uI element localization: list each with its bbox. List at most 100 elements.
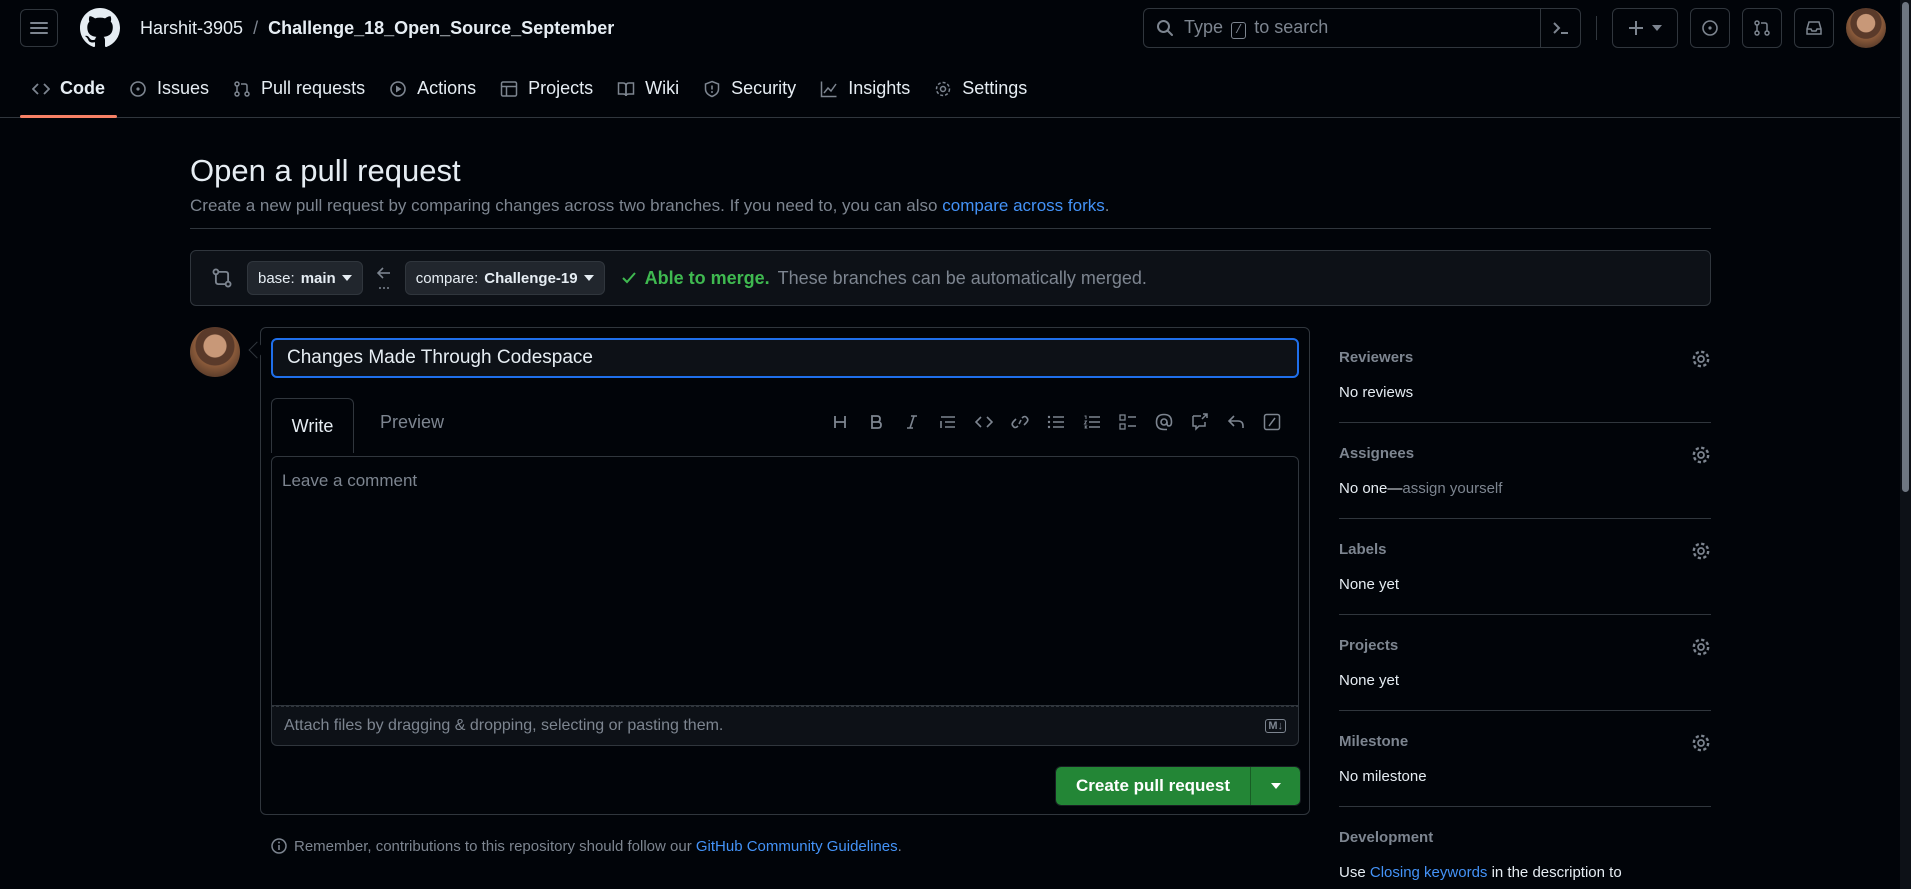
user-avatar[interactable] — [1846, 8, 1886, 48]
pull-request-icon — [234, 80, 250, 97]
milestone-heading[interactable]: Milestone — [1339, 733, 1711, 750]
quote-button[interactable] — [930, 408, 966, 436]
pr-sidebar: Reviewers No reviews Assignees No one—as… — [1339, 327, 1711, 881]
saved-reply-button[interactable] — [1218, 408, 1254, 436]
code-icon — [32, 82, 50, 95]
pull-requests-button[interactable] — [1742, 8, 1782, 48]
merge-message: These branches can be automatically merg… — [777, 267, 1147, 288]
page-subtitle: Create a new pull request by comparing c… — [190, 196, 1110, 215]
list-unordered-icon — [1047, 415, 1064, 429]
issue-icon — [1702, 20, 1718, 36]
mention-button[interactable] — [1146, 408, 1182, 436]
graph-icon — [820, 81, 837, 97]
book-icon — [617, 81, 635, 96]
play-icon — [390, 80, 406, 97]
code-icon — [975, 416, 993, 428]
check-icon — [621, 272, 636, 284]
author-avatar[interactable] — [190, 327, 240, 377]
quote-icon — [940, 416, 955, 428]
labels-section: Labels None yet — [1339, 519, 1711, 615]
gear-icon[interactable] — [1691, 349, 1711, 369]
tab-pull-requests[interactable]: Pull requests — [221, 60, 377, 118]
tab-wiki[interactable]: Wiki — [605, 60, 691, 118]
labels-heading[interactable]: Labels — [1339, 541, 1711, 558]
reference-button[interactable] — [1182, 408, 1218, 436]
search-input[interactable]: Type / to search — [1143, 8, 1581, 48]
reviewers-heading[interactable]: Reviewers — [1339, 349, 1711, 366]
closing-keywords-link[interactable]: Closing keywords — [1370, 864, 1488, 881]
create-options-dropdown[interactable] — [1250, 767, 1300, 805]
ordered-list-button[interactable] — [1074, 408, 1110, 436]
inbox-button[interactable] — [1794, 8, 1834, 48]
italic-icon — [907, 415, 917, 429]
terminal-icon — [1552, 22, 1568, 34]
page-scrollbar[interactable] — [1900, 0, 1911, 889]
search-placeholder: Type / to search — [1184, 17, 1329, 39]
tab-settings[interactable]: Settings — [922, 60, 1039, 118]
header-divider — [1596, 16, 1597, 40]
slash-icon — [1263, 413, 1281, 431]
development-heading: Development — [1339, 829, 1434, 846]
search-icon — [1157, 20, 1173, 36]
repo-name-link[interactable]: Challenge_18_Open_Source_September — [268, 18, 614, 39]
hamburger-menu-button[interactable] — [20, 9, 58, 47]
chevron-down-icon — [1652, 25, 1662, 31]
comment-textarea[interactable]: Leave a comment — [271, 456, 1299, 706]
pr-title-input[interactable]: Changes Made Through Codespace — [271, 338, 1299, 378]
compare-branch-select[interactable]: compare: Challenge-19 — [404, 261, 605, 295]
tab-insights[interactable]: Insights — [808, 60, 922, 118]
tab-actions[interactable]: Actions — [377, 60, 488, 118]
italic-button[interactable] — [894, 408, 930, 436]
command-palette-button[interactable] — [1540, 9, 1580, 47]
heading-button[interactable] — [822, 408, 858, 436]
tab-preview[interactable]: Preview — [380, 412, 444, 433]
repo-nav: Code Issues Pull requests Actions Projec… — [0, 60, 1900, 118]
labels-value: None yet — [1339, 576, 1400, 593]
tab-issues[interactable]: Issues — [117, 60, 221, 118]
code-button[interactable] — [966, 408, 1002, 436]
chevron-down-icon — [583, 275, 594, 281]
info-icon — [271, 838, 287, 854]
file-attach-area[interactable]: Attach files by dragging & dropping, sel… — [271, 706, 1299, 746]
tab-code[interactable]: Code — [20, 60, 117, 118]
scrollbar-thumb[interactable] — [1902, 2, 1909, 492]
compare-icon — [212, 268, 232, 288]
repo-owner-link[interactable]: Harshit-3905 — [140, 18, 243, 39]
tab-wiki-label: Wiki — [645, 78, 680, 98]
shield-icon — [704, 80, 720, 97]
tab-security-label: Security — [731, 78, 797, 98]
development-section: Development Use Closing keywords in the … — [1339, 807, 1711, 881]
compare-forks-link[interactable]: compare across forks — [942, 196, 1105, 215]
bold-button[interactable] — [858, 408, 894, 436]
gear-icon — [935, 81, 951, 96]
gear-icon[interactable] — [1691, 637, 1711, 657]
assignees-heading[interactable]: Assignees — [1339, 445, 1711, 462]
create-new-button[interactable] — [1612, 8, 1678, 48]
assign-yourself-link[interactable]: assign yourself — [1402, 480, 1502, 497]
link-icon — [1011, 415, 1029, 429]
assignees-section: Assignees No one—assign yourself — [1339, 423, 1711, 519]
create-pull-request-button[interactable]: Create pull request — [1056, 767, 1250, 805]
base-branch-select[interactable]: base: main — [247, 261, 363, 295]
unordered-list-button[interactable] — [1038, 408, 1074, 436]
gear-icon[interactable] — [1691, 445, 1711, 465]
tab-write[interactable]: Write — [271, 398, 354, 453]
chevron-down-icon — [341, 275, 352, 281]
issue-icon — [130, 80, 146, 97]
task-list-button[interactable] — [1110, 408, 1146, 436]
community-guidelines-link[interactable]: GitHub Community Guidelines — [696, 838, 898, 855]
bold-icon — [871, 415, 882, 429]
github-logo-icon[interactable] — [80, 8, 120, 48]
slash-command-button[interactable] — [1254, 408, 1290, 436]
projects-heading[interactable]: Projects — [1339, 637, 1711, 654]
tab-security[interactable]: Security — [691, 60, 808, 118]
reviewers-section: Reviewers No reviews — [1339, 327, 1711, 423]
tab-insights-label: Insights — [848, 78, 911, 98]
issues-button[interactable] — [1690, 8, 1730, 48]
link-button[interactable] — [1002, 408, 1038, 436]
tab-projects[interactable]: Projects — [488, 60, 605, 118]
markdown-toolbar — [822, 408, 1290, 436]
chevron-down-icon — [1270, 783, 1281, 789]
gear-icon[interactable] — [1691, 541, 1711, 561]
gear-icon[interactable] — [1691, 733, 1711, 753]
